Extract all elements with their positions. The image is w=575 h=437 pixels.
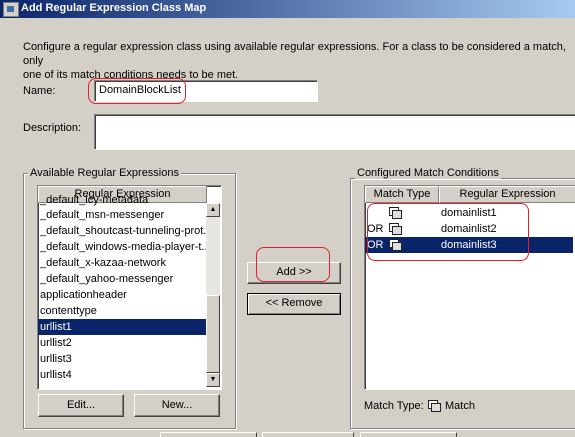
scroll-up-button[interactable]: ▲ xyxy=(206,203,220,217)
list-item[interactable]: urllist1 xyxy=(38,319,206,335)
available-rows: _default_icy-metadata _default_msn-messen… xyxy=(38,186,206,383)
available-group-label: Available Regular Expressions xyxy=(28,167,181,179)
list-item[interactable]: applicationheader xyxy=(38,287,206,303)
list-item[interactable]: _default_shoutcast-tunneling-prot... xyxy=(38,223,206,239)
list-item[interactable]: _default_x-kazaa-network xyxy=(38,255,206,271)
scroll-down-button[interactable]: ▼ xyxy=(206,373,220,387)
intro-line-1: Configure a regular expression class usi… xyxy=(23,41,566,67)
intro-text: Configure a regular expression class usi… xyxy=(23,40,568,82)
window-icon xyxy=(3,2,19,17)
highlight-configured xyxy=(367,203,529,261)
match-type-value: Match xyxy=(445,400,475,412)
list-item[interactable]: urllist3 xyxy=(38,351,206,367)
description-label: Description: xyxy=(23,122,82,134)
remove-button[interactable]: << Remove xyxy=(247,293,341,315)
ok-button-edge[interactable] xyxy=(160,432,257,437)
list-item[interactable]: urllist4 xyxy=(38,367,206,383)
window-title: Add Regular Expression Class Map xyxy=(21,2,207,14)
list-item[interactable]: _default_windows-media-player-t... xyxy=(38,239,206,255)
available-list[interactable]: Regular Expression _default_icy-metadata… xyxy=(37,185,222,390)
help-button-edge[interactable] xyxy=(360,432,457,437)
list-item[interactable]: _default_icy-metadata xyxy=(38,195,206,207)
new-button[interactable]: New... xyxy=(134,394,220,417)
column-header-regular-expression[interactable]: Regular Expression xyxy=(439,186,575,203)
description-field[interactable] xyxy=(94,114,575,150)
list-item[interactable]: _default_msn-messenger xyxy=(38,207,206,223)
name-label: Name: xyxy=(23,85,56,97)
configured-group-label: Configured Match Conditions xyxy=(355,167,501,179)
available-scrollbar[interactable]: ▲ ▼ xyxy=(206,203,220,387)
match-icon xyxy=(428,400,441,412)
highlight-name xyxy=(88,78,186,104)
match-type-label: Match Type: xyxy=(364,400,424,412)
list-item[interactable]: urllist2 xyxy=(38,335,206,351)
cancel-button-edge[interactable] xyxy=(262,432,354,437)
list-item[interactable]: _default_yahoo-messenger xyxy=(38,271,206,287)
edit-button[interactable]: Edit... xyxy=(38,394,124,417)
highlight-add xyxy=(256,247,330,282)
title-bar: Add Regular Expression Class Map xyxy=(0,0,575,18)
list-item[interactable]: contenttype xyxy=(38,303,206,319)
column-header-match-type[interactable]: Match Type xyxy=(365,186,439,203)
scroll-thumb[interactable] xyxy=(206,295,220,373)
